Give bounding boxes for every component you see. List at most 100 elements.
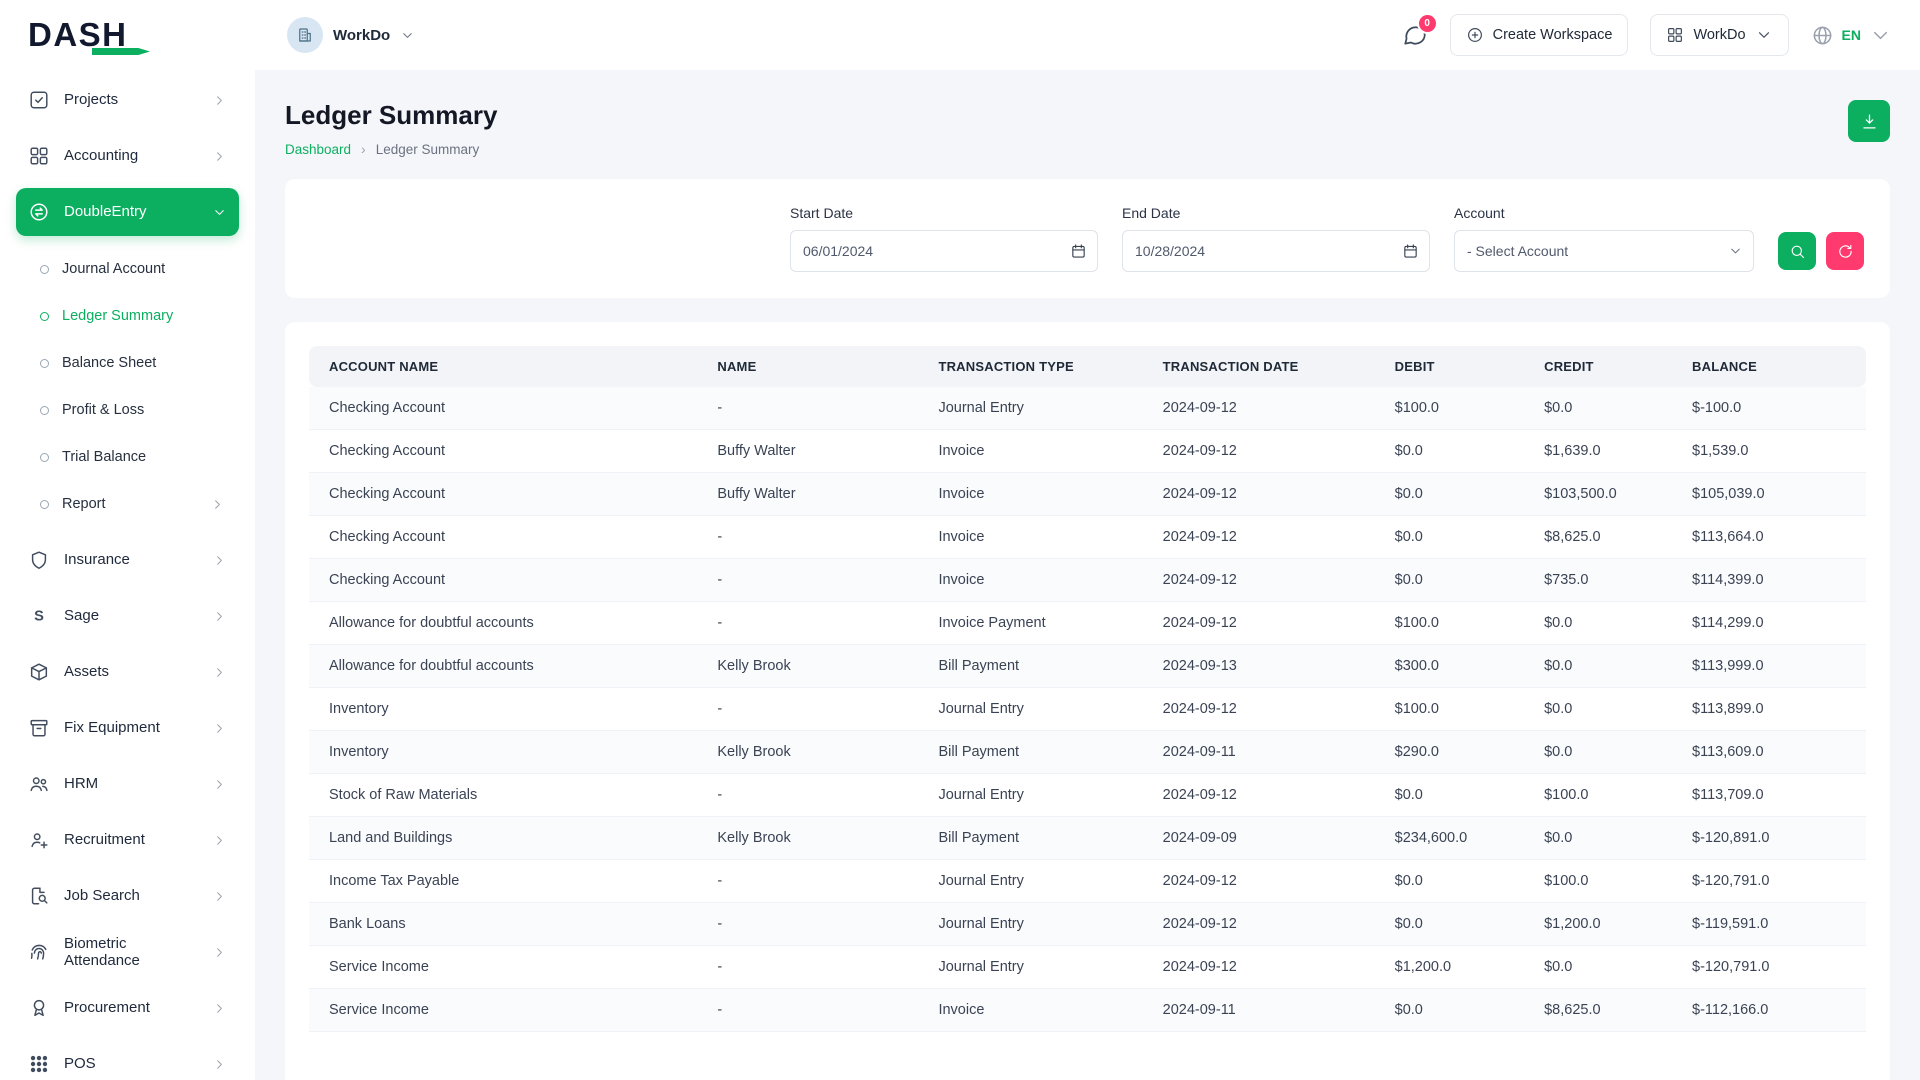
pos-icon [28,1053,50,1075]
sidebar-subitem-journal-account[interactable]: Journal Account [16,246,239,293]
procurement-icon [28,997,50,1019]
sidebar-item-procurement[interactable]: Procurement [16,984,239,1032]
cell-transaction-type: Bill Payment [922,817,1146,860]
sidebar-item-biometric-attendance[interactable]: Biometric Attendance [16,928,239,976]
workspace-selector[interactable]: WorkDo [287,17,415,53]
cell-credit: $100.0 [1528,860,1676,903]
cell-account-name: Stock of Raw Materials [309,774,701,817]
cell-balance: $113,999.0 [1676,645,1866,688]
chevron-right-icon [212,945,227,960]
plus-circle-icon [1466,26,1484,44]
cell-transaction-date: 2024-09-12 [1147,559,1379,602]
ledger-table-card: ACCOUNT NAMENAMETRANSACTION TYPETRANSACT… [285,322,1890,1080]
sidebar-item-fix-equipment[interactable]: Fix Equipment [16,704,239,752]
chevron-down-icon [1755,26,1773,44]
sidebar-subitem-label: Profit & Loss [62,402,144,419]
sidebar-subitem-profit-loss[interactable]: Profit & Loss [16,387,239,434]
cell-transaction-date: 2024-09-12 [1147,860,1379,903]
start-date-input[interactable] [790,230,1098,272]
breadcrumb: Dashboard › Ledger Summary [285,141,497,157]
download-icon [1860,112,1879,131]
cell-name: Kelly Brook [701,817,922,860]
cell-debit: $100.0 [1379,602,1528,645]
sidebar-subitem-balance-sheet[interactable]: Balance Sheet [16,340,239,387]
sidebar-item-accounting[interactable]: Accounting [16,132,239,180]
chevron-right-icon [212,833,227,848]
reset-filter-button[interactable] [1826,232,1864,270]
search-button[interactable] [1778,232,1816,270]
reset-icon [1837,243,1854,260]
cell-account-name: Inventory [309,688,701,731]
sidebar-item-pos[interactable]: POS [16,1040,239,1080]
column-header-balance: BALANCE [1676,346,1866,387]
language-selector[interactable]: EN [1811,24,1892,47]
download-button[interactable] [1848,100,1890,142]
brand-logo-accent-icon [92,48,150,55]
cell-debit: $290.0 [1379,731,1528,774]
sidebar: Projects Accounting DoubleEntry Journal Acc… [0,70,255,1080]
sidebar-item-label: Accounting [64,147,138,164]
cell-debit: $100.0 [1379,688,1528,731]
apps-menu-button[interactable]: WorkDo [1650,14,1788,56]
sidebar-subitem-ledger-summary[interactable]: Ledger Summary [16,293,239,340]
end-date-field: End Date [1122,205,1430,272]
cell-credit: $0.0 [1528,817,1676,860]
sidebar-item-label: DoubleEntry [64,203,147,220]
cell-transaction-date: 2024-09-12 [1147,774,1379,817]
sidebar-item-recruitment[interactable]: Recruitment [16,816,239,864]
column-header-account-name: ACCOUNT NAME [309,346,701,387]
cell-name: - [701,602,922,645]
cell-credit: $1,200.0 [1528,903,1676,946]
cell-balance: $-120,891.0 [1676,817,1866,860]
chevron-right-icon [212,609,227,624]
cell-name: - [701,516,922,559]
start-date-field: Start Date [790,205,1098,272]
breadcrumb-dashboard-link[interactable]: Dashboard [285,142,351,157]
cell-balance: $113,664.0 [1676,516,1866,559]
sidebar-subitem-report[interactable]: Report [16,481,239,528]
cell-name: - [701,946,922,989]
cell-account-name: Checking Account [309,387,701,430]
account-select[interactable]: - Select Account [1454,230,1754,272]
sidebar-item-label: Assets [64,663,109,680]
table-row: Allowance for doubtful accountsKelly Bro… [309,645,1866,688]
end-date-input[interactable] [1122,230,1430,272]
chevron-down-icon [212,205,227,220]
messages-button[interactable]: 0 [1402,22,1428,48]
cell-credit: $0.0 [1528,946,1676,989]
svg-text:S: S [34,609,44,625]
cell-account-name: Service Income [309,989,701,1032]
account-label: Account [1454,205,1754,221]
sidebar-item-hrm[interactable]: HRM [16,760,239,808]
cell-balance: $113,609.0 [1676,731,1866,774]
table-row: Checking Account-Journal Entry2024-09-12… [309,387,1866,430]
sidebar-item-sage[interactable]: SSage [16,592,239,640]
sidebar-item-doubleentry[interactable]: DoubleEntry [16,188,239,236]
sidebar-item-insurance[interactable]: Insurance [16,536,239,584]
cell-credit: $0.0 [1528,387,1676,430]
sidebar-item-projects[interactable]: Projects [16,76,239,124]
brand-logo[interactable]: DASH [28,16,255,54]
job-search-icon [28,885,50,907]
end-date-label: End Date [1122,205,1430,221]
sidebar-item-job-search[interactable]: Job Search [16,872,239,920]
column-header-debit: DEBIT [1379,346,1528,387]
bullet-icon [40,265,49,274]
table-row: Checking AccountBuffy WalterInvoice2024-… [309,473,1866,516]
cell-account-name: Service Income [309,946,701,989]
cell-transaction-date: 2024-09-12 [1147,688,1379,731]
cell-credit: $0.0 [1528,688,1676,731]
table-row: Inventory-Journal Entry2024-09-12$100.0$… [309,688,1866,731]
projects-icon [28,89,50,111]
sidebar-subitem-trial-balance[interactable]: Trial Balance [16,434,239,481]
cell-name: - [701,688,922,731]
sidebar-item-label: Projects [64,91,118,108]
cell-debit: $0.0 [1379,860,1528,903]
create-workspace-button[interactable]: Create Workspace [1450,14,1629,56]
messages-count-badge: 0 [1419,15,1436,32]
cell-transaction-type: Invoice [922,473,1146,516]
cell-name: Buffy Walter [701,473,922,516]
workspace-avatar [287,17,323,53]
breadcrumb-separator: › [361,141,366,157]
sidebar-item-assets[interactable]: Assets [16,648,239,696]
